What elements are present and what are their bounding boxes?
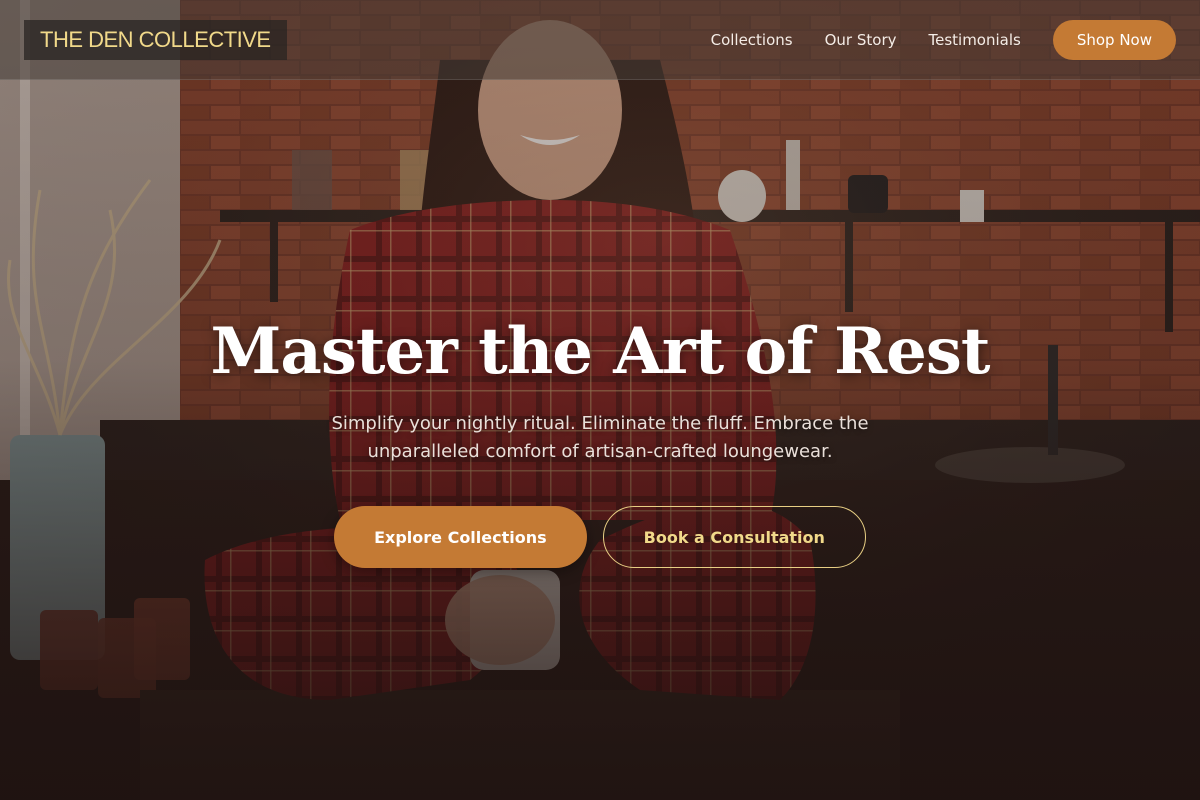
shop-now-button[interactable]: Shop Now xyxy=(1052,20,1176,60)
hero-title: Master the Art of Rest xyxy=(210,314,991,389)
nav-link-collections[interactable]: Collections xyxy=(711,31,793,49)
hero-section: THE DEN COLLECTIVE Collections Our Story… xyxy=(0,0,1200,800)
nav-links: Collections Our Story Testimonials Shop … xyxy=(711,20,1176,60)
hero-content: Master the Art of Rest Simplify your nig… xyxy=(0,310,1200,568)
explore-collections-button[interactable]: Explore Collections xyxy=(334,506,587,568)
brand-logo[interactable]: THE DEN COLLECTIVE xyxy=(24,20,287,60)
hero-subtitle: Simplify your nightly ritual. Eliminate … xyxy=(331,413,869,462)
book-consultation-button[interactable]: Book a Consultation xyxy=(602,506,866,568)
hero-cta-row: Explore Collections Book a Consultation xyxy=(0,506,1200,568)
nav-link-our-story[interactable]: Our Story xyxy=(825,31,897,49)
nav-link-testimonials[interactable]: Testimonials xyxy=(928,31,1020,49)
top-navbar: THE DEN COLLECTIVE Collections Our Story… xyxy=(0,0,1200,80)
